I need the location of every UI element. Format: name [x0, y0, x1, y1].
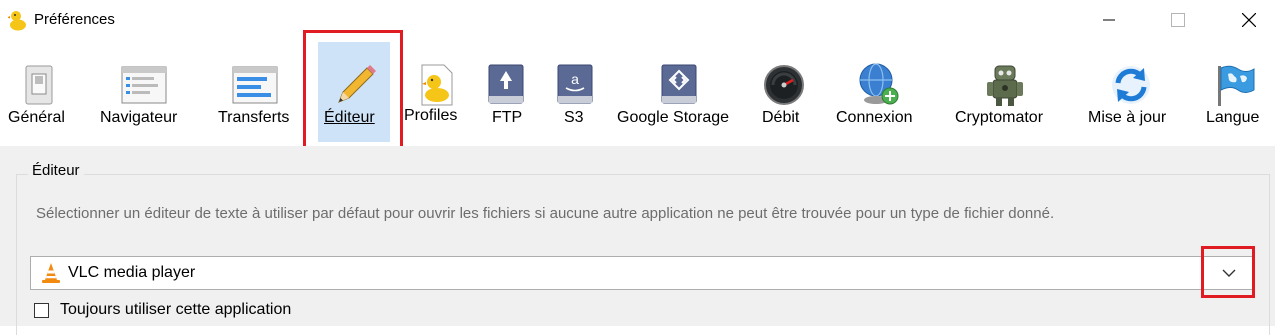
- tab-debit[interactable]: Débit: [758, 40, 810, 146]
- tab-label: Mise à jour: [1088, 109, 1167, 126]
- google-drive-icon: [661, 64, 697, 104]
- window-title: Préférences: [34, 11, 115, 28]
- tab-label: FTP: [492, 109, 523, 126]
- tab-mise-a-jour[interactable]: Mise à jour: [1084, 40, 1184, 146]
- always-use-label[interactable]: Toujours utiliser cette application: [60, 301, 291, 319]
- transfer-window-icon: [232, 66, 278, 104]
- tab-ftp[interactable]: FTP: [480, 40, 532, 146]
- tab-label: Cryptomator: [955, 109, 1044, 126]
- always-use-checkbox[interactable]: [34, 303, 49, 318]
- tab-cryptomator[interactable]: Cryptomator: [952, 40, 1062, 146]
- group-title: Éditeur: [28, 162, 84, 179]
- title-bar: Préférences: [0, 0, 1275, 40]
- tab-langue[interactable]: Langue: [1200, 40, 1275, 146]
- tab-label: Éditeur: [324, 109, 375, 126]
- robot-icon: [987, 65, 1023, 106]
- tab-editeur[interactable]: Éditeur: [318, 40, 390, 146]
- ftp-drive-icon: [488, 64, 524, 104]
- editor-app-select[interactable]: [30, 256, 1254, 290]
- tab-label: Général: [8, 109, 65, 126]
- refresh-icon: [1112, 66, 1150, 104]
- selected-app-value: VLC media player: [68, 264, 196, 281]
- flag-icon: [1218, 65, 1255, 106]
- maximize-button[interactable]: [1155, 0, 1201, 40]
- duck-app-icon: [8, 11, 26, 31]
- amazon-drive-icon: a: [557, 64, 593, 104]
- minimize-button[interactable]: [1086, 0, 1132, 40]
- minimize-icon: [1103, 19, 1115, 21]
- tab-label: Google Storage: [617, 109, 730, 126]
- tab-general[interactable]: Général: [0, 40, 78, 146]
- vlc-cone-icon: [42, 263, 60, 283]
- tab-label: Profiles: [404, 107, 458, 124]
- tab-navigateur[interactable]: Navigateur: [95, 40, 195, 146]
- toggle-switch-icon: [25, 65, 53, 105]
- duck-document-icon: [421, 64, 453, 106]
- browser-window-icon: [121, 66, 167, 104]
- maximize-icon: [1171, 13, 1185, 27]
- tab-label: Débit: [762, 109, 800, 126]
- editor-settings-panel: [0, 146, 1275, 335]
- tab-label: Langue: [1206, 109, 1260, 126]
- close-icon: [1242, 13, 1256, 27]
- tab-label: Connexion: [836, 109, 913, 126]
- chevron-down-icon[interactable]: [1219, 264, 1239, 282]
- globe-add-icon: [859, 63, 899, 105]
- speedometer-icon: [764, 65, 804, 105]
- pencil-icon: [338, 65, 376, 103]
- tab-transferts[interactable]: Transferts: [215, 40, 297, 146]
- tab-connexion[interactable]: Connexion: [832, 40, 928, 146]
- tab-s3[interactable]: a S3: [550, 40, 600, 146]
- editor-description: Sélectionner un éditeur de texte à utili…: [36, 205, 1055, 222]
- tab-google-storage[interactable]: Google Storage: [616, 40, 742, 146]
- close-button[interactable]: [1226, 0, 1272, 40]
- preferences-toolbar: Général Navigateur Transferts Éditeur Pr…: [0, 30, 1275, 156]
- tab-label: Navigateur: [100, 109, 178, 126]
- tab-profiles[interactable]: Profiles: [402, 40, 468, 146]
- svg-text:a: a: [571, 71, 579, 87]
- tab-label: Transferts: [218, 109, 290, 126]
- tab-label: S3: [564, 109, 584, 126]
